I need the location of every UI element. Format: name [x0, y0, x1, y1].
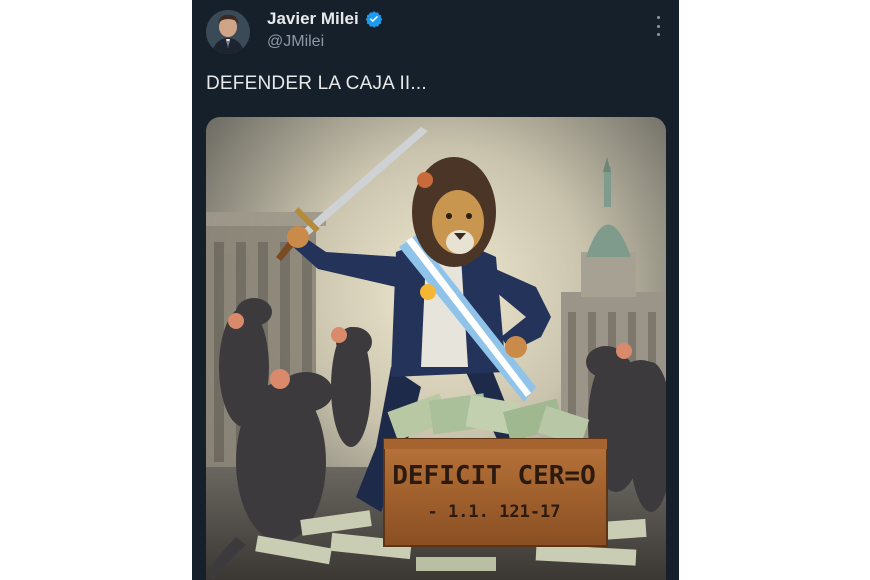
tweet-media-image[interactable]: DEFICIT CER=O - 1.1. 121-17: [206, 117, 666, 580]
deficit-box: DEFICIT CER=O - 1.1. 121-17: [383, 438, 608, 547]
tweet-text: DEFENDER LA CAJA II...: [206, 73, 427, 94]
more-options-icon[interactable]: [655, 16, 661, 36]
tweet-card[interactable]: Javier Milei @JMilei DEFENDER LA CAJA II…: [192, 0, 679, 580]
box-label-sub: - 1.1. 121-17: [427, 502, 560, 522]
verified-badge-icon: [365, 11, 382, 28]
avatar[interactable]: [206, 10, 250, 54]
author-display-name[interactable]: Javier Milei: [267, 9, 359, 29]
box-label-main: DEFICIT CER=O: [392, 461, 596, 491]
author-handle[interactable]: @JMilei: [267, 33, 324, 51]
